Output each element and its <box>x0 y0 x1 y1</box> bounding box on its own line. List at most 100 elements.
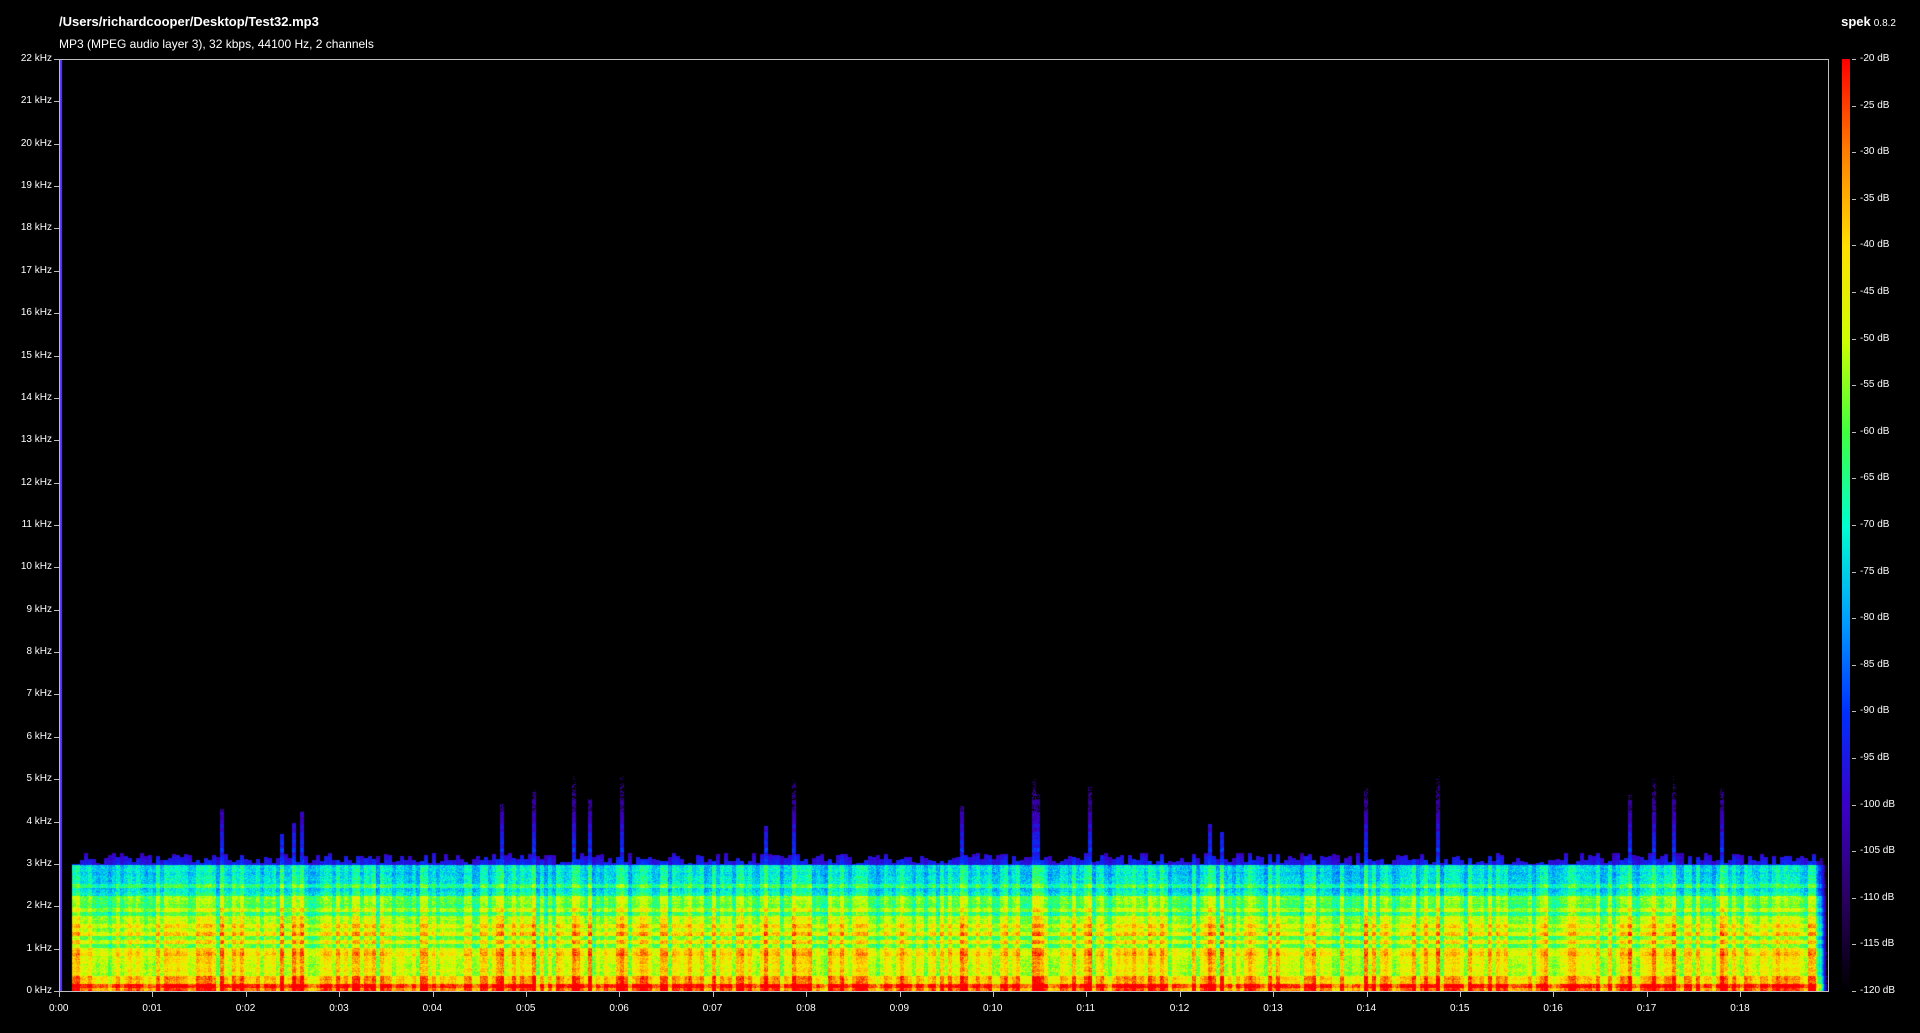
frequency-tick <box>54 821 59 823</box>
db-tick <box>1852 152 1856 154</box>
db-tick <box>1852 478 1856 480</box>
frequency-tick <box>54 694 59 696</box>
db-tick <box>1852 851 1856 853</box>
frequency-tick <box>54 948 59 950</box>
time-label: 0:05 <box>516 1003 536 1014</box>
time-tick <box>152 992 154 997</box>
db-label: -70 dB <box>1860 519 1890 530</box>
db-tick <box>1852 525 1856 526</box>
db-label: -55 dB <box>1860 379 1890 391</box>
frequency-tick <box>54 779 59 781</box>
time-tick <box>1460 992 1461 997</box>
time-label: 0:07 <box>702 1003 723 1014</box>
frequency-tick <box>54 906 59 908</box>
db-label: -110 dB <box>1860 891 1895 903</box>
db-tick <box>1852 198 1856 200</box>
db-colorbar <box>1842 59 1850 993</box>
app-name: spek <box>1841 14 1871 29</box>
frequency-label: 5 kHz <box>26 773 52 785</box>
frequency-tick <box>54 397 59 399</box>
db-label: -80 dB <box>1860 612 1890 624</box>
db-tick <box>1852 991 1856 992</box>
db-tick <box>1852 245 1856 247</box>
time-label: 0:06 <box>609 1003 629 1014</box>
db-tick <box>1852 804 1856 806</box>
db-tick <box>1852 664 1856 666</box>
time-label: 0:08 <box>796 1003 816 1014</box>
frequency-tick <box>54 101 59 103</box>
frequency-tick <box>54 652 59 654</box>
db-tick <box>1852 711 1856 713</box>
time-tick <box>1179 992 1181 997</box>
time-label: 0:11 <box>1076 1003 1096 1014</box>
frequency-tick <box>54 482 59 484</box>
time-tick <box>619 992 621 997</box>
app-brand: spek 0.8.2 <box>1841 14 1896 29</box>
time-tick <box>712 992 714 997</box>
db-tick <box>1852 571 1856 573</box>
frequency-label: 22 kHz <box>20 53 52 64</box>
db-tick <box>1852 105 1856 107</box>
time-label: 0:10 <box>983 1003 1003 1014</box>
db-label: -60 dB <box>1860 425 1890 437</box>
time-tick <box>245 992 247 997</box>
time-label: 0:04 <box>422 1003 443 1014</box>
db-tick <box>1852 385 1856 387</box>
time-tick <box>1553 992 1555 997</box>
time-tick <box>59 992 60 997</box>
frequency-label: 3 kHz <box>26 857 52 869</box>
db-label: -95 dB <box>1860 752 1890 763</box>
time-tick <box>899 992 901 997</box>
frequency-label: 4 kHz <box>26 815 52 827</box>
file-path: /Users/richardcooper/Desktop/Test32.mp3 <box>59 14 319 29</box>
app-version: 0.8.2 <box>1873 18 1896 29</box>
file-info: MP3 (MPEG audio layer 3), 32 kbps, 44100… <box>59 37 374 51</box>
frequency-label: 8 kHz <box>26 646 52 658</box>
time-tick <box>1086 992 1088 997</box>
frequency-tick <box>54 440 59 442</box>
time-tick <box>1740 992 1742 997</box>
db-label: -75 dB <box>1860 565 1890 577</box>
db-label: -65 dB <box>1860 472 1890 484</box>
time-label: 0:02 <box>235 1003 256 1014</box>
db-tick <box>1852 292 1856 293</box>
db-tick <box>1852 59 1856 60</box>
frequency-label: 18 kHz <box>20 222 52 234</box>
time-tick <box>806 992 808 997</box>
frequency-label: 17 kHz <box>20 264 52 276</box>
db-label: -115 dB <box>1860 938 1895 950</box>
db-label: -20 dB <box>1860 53 1890 64</box>
time-tick <box>993 992 994 997</box>
time-label: 0:13 <box>1263 1003 1283 1014</box>
time-label: 0:17 <box>1636 1003 1657 1014</box>
frequency-tick <box>54 355 59 357</box>
frequency-label: 13 kHz <box>20 434 52 446</box>
db-tick <box>1852 758 1856 759</box>
frequency-label: 10 kHz <box>20 561 52 573</box>
time-label: 0:01 <box>142 1003 162 1014</box>
frequency-label: 21 kHz <box>20 95 52 107</box>
db-label: -45 dB <box>1860 286 1890 297</box>
spectrogram-canvas <box>60 60 1828 991</box>
time-label: 0:12 <box>1169 1003 1190 1014</box>
time-tick <box>432 992 434 997</box>
frequency-tick <box>54 567 59 569</box>
frequency-label: 20 kHz <box>20 137 52 149</box>
frequency-tick <box>54 313 59 315</box>
frequency-tick <box>54 143 59 145</box>
db-tick <box>1852 897 1856 899</box>
frequency-label: 16 kHz <box>20 307 52 319</box>
time-label: 0:14 <box>1356 1003 1377 1014</box>
frequency-label: 14 kHz <box>20 391 52 403</box>
time-tick <box>1366 992 1368 997</box>
time-label: 0:16 <box>1543 1003 1563 1014</box>
frequency-tick <box>54 186 59 188</box>
time-label: 0:00 <box>49 1003 69 1014</box>
db-tick <box>1852 338 1856 340</box>
db-label: -85 dB <box>1860 658 1890 670</box>
frequency-tick <box>54 525 59 526</box>
frequency-tick <box>54 59 59 60</box>
frequency-tick <box>54 609 59 611</box>
db-label: -25 dB <box>1860 99 1890 111</box>
time-label: 0:18 <box>1730 1003 1750 1014</box>
